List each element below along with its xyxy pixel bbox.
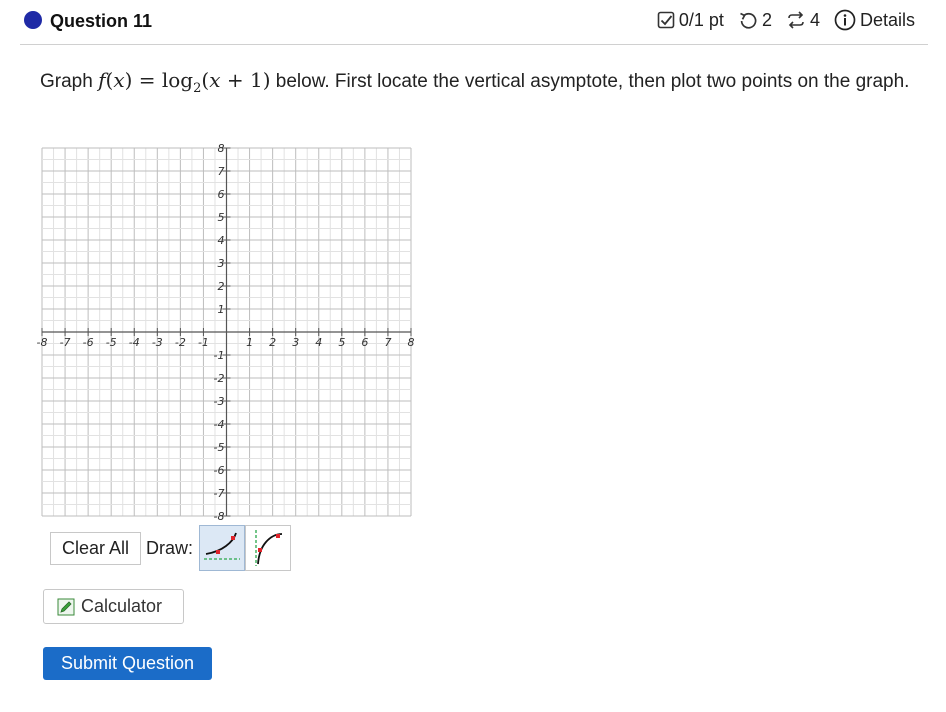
x-tick-label: -3	[152, 336, 163, 349]
score-icon	[657, 11, 675, 29]
x-tick-label: -6	[83, 336, 94, 349]
retry-icon	[738, 10, 758, 30]
y-tick-label: 4	[218, 234, 225, 247]
x-tick-label: 1	[246, 336, 253, 349]
math-func: f	[98, 68, 106, 92]
attempts-count: 4	[809, 9, 820, 30]
x-tick-label: -1	[198, 336, 209, 349]
y-tick-label: -1	[214, 349, 225, 362]
x-tick-label: -4	[129, 336, 140, 349]
log-tool-horizontal-asymptote[interactable]	[199, 525, 246, 571]
y-tick-label: 8	[218, 142, 225, 155]
graph-toolbar: Clear All Draw:	[50, 525, 292, 571]
log-curve-horizontal-icon	[204, 532, 241, 560]
log-tool-vertical-asymptote[interactable]	[245, 525, 292, 571]
x-tick-label: 3	[292, 336, 299, 349]
pencil-icon	[57, 598, 75, 615]
y-tick-label: -6	[214, 464, 225, 477]
y-tick-label: -7	[214, 487, 225, 500]
y-tick-label: -8	[214, 510, 225, 522]
clear-all-button[interactable]: Clear All	[50, 531, 142, 565]
x-tick-label: -2	[175, 336, 186, 349]
details-link[interactable]: Details	[860, 10, 915, 31]
y-tick-label: -5	[214, 441, 225, 454]
prompt-text-after: below. First locate the vertical asympto…	[270, 71, 910, 92]
x-tick-label: 2	[269, 336, 276, 349]
x-tick-label: -8	[37, 336, 48, 349]
question-header: Question 11 0/1 pt 2 4 Details	[20, 0, 928, 45]
math-var: x	[113, 68, 125, 92]
prompt-text-before: Graph	[40, 71, 99, 92]
y-tick-label: 2	[218, 280, 225, 293]
retries-count: 2	[761, 9, 772, 30]
prompt-math: f(x) = log2(x + 1)	[98, 68, 271, 96]
y-tick-label: -2	[214, 372, 225, 385]
x-tick-label: 8	[408, 336, 415, 349]
question-status-dot	[24, 11, 42, 29]
score-text: 0/1 pt	[678, 9, 724, 30]
y-tick-label: 6	[218, 188, 225, 201]
y-tick-label: 3	[218, 257, 225, 270]
math-arg-tail: + 1	[226, 68, 263, 92]
x-tick-label: 5	[338, 336, 345, 349]
calculator-label: Calculator	[81, 596, 163, 616]
submit-question-button[interactable]: Submit Question	[43, 647, 212, 680]
x-tick-label: -7	[60, 336, 71, 349]
x-tick-label: 4	[315, 336, 322, 349]
log-curve-vertical-icon	[255, 530, 283, 566]
draw-label: Draw:	[146, 537, 194, 558]
y-tick-label: 1	[218, 303, 225, 316]
math-log-base: 2	[193, 81, 202, 96]
x-tick-label: -5	[106, 336, 117, 349]
x-tick-label: 7	[384, 336, 391, 349]
graph-canvas[interactable]: -8 -7 -6 -5 -4 -3 -2 -1 1 2 3 4 5 6 7 8 8 7 6 5 4 3 2 1 -1 -2 -3 -4…	[30, 138, 420, 522]
math-var-2: x	[209, 68, 221, 92]
y-tick-label: -3	[214, 395, 225, 408]
calculator-button[interactable]: Calculator	[43, 589, 184, 624]
attempts-icon	[786, 10, 806, 30]
question-title: Question 11	[50, 11, 153, 31]
info-icon[interactable]	[834, 9, 856, 31]
y-tick-label: 7	[218, 165, 225, 178]
y-tick-label: -4	[214, 418, 225, 431]
x-tick-label: 6	[361, 336, 368, 349]
y-tick-label: 5	[218, 211, 225, 224]
question-meta: 0/1 pt 2 4 Details	[657, 9, 915, 31]
question-prompt: Graph f(x) = log2(x + 1) below. First lo…	[40, 66, 920, 103]
